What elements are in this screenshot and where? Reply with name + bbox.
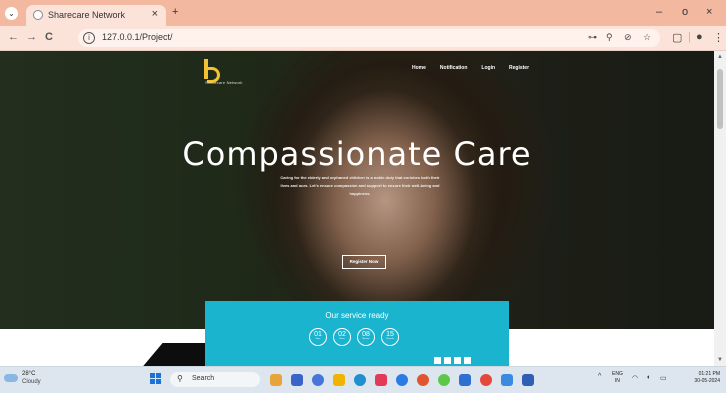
search-placeholder: Search: [192, 375, 215, 382]
countdown-value: 15: [386, 331, 394, 338]
tab-search-icon[interactable]: ⌄: [5, 7, 18, 20]
weather-temperature[interactable]: 28°C: [22, 371, 35, 377]
wifi-icon[interactable]: ◠: [632, 374, 638, 382]
lang-bottom: IN: [614, 378, 620, 384]
scrollbar-thumb[interactable]: [717, 69, 723, 129]
brand-name[interactable]: Sharecare Network: [205, 80, 243, 85]
countdown-hours: 02 Hours: [333, 328, 351, 346]
new-tab-button[interactable]: +: [172, 6, 178, 18]
tray-language[interactable]: ENG IN: [612, 371, 623, 385]
countdown-value: 02: [338, 331, 346, 338]
service-title: Our service ready: [325, 311, 389, 320]
forward-button[interactable]: →: [26, 31, 37, 43]
tab-favicon-icon: [33, 10, 43, 20]
taskbar-clock[interactable]: 01:21 PM 30-05-2024: [676, 371, 720, 385]
address-bar[interactable]: i 127.0.0.1/Project/ ⊶ ⚲ ⊘ ☆: [78, 29, 660, 47]
zoom-icon[interactable]: ⚲: [606, 32, 613, 43]
tracking-icon[interactable]: ⊘: [624, 32, 632, 43]
app-icon-widget[interactable]: [270, 374, 282, 386]
clock-date: 30-05-2024: [694, 378, 720, 384]
hero-title: Compassionate Care: [182, 135, 532, 173]
weather-description[interactable]: Cloudy: [22, 379, 41, 385]
social-link-icon[interactable]: [454, 357, 461, 364]
side-panel-icon[interactable]: ▢: [672, 31, 682, 44]
page-viewport: Sharecare Network Home Notification Logi…: [0, 51, 714, 366]
minimize-button[interactable]: –: [656, 6, 662, 18]
clock-time: 01:21 PM: [698, 371, 720, 377]
scroll-down-icon[interactable]: ▼: [717, 357, 723, 363]
countdown-days: 01 Days: [309, 328, 327, 346]
menu-icon[interactable]: ⋮: [713, 31, 724, 44]
hero-description: Caring for the elderly and orphaned chil…: [280, 175, 440, 196]
tray-overflow-icon[interactable]: ^: [598, 373, 601, 380]
weather-cloud-icon[interactable]: [4, 374, 18, 382]
app-icon-file-explorer[interactable]: [333, 374, 345, 386]
app-icon-meet[interactable]: [312, 374, 324, 386]
countdown-label: Days: [315, 338, 321, 340]
key-icon[interactable]: ⊶: [588, 32, 597, 43]
app-icon-edge[interactable]: [354, 374, 366, 386]
reload-button[interactable]: C: [45, 31, 53, 43]
toolbar-divider: |: [688, 31, 691, 43]
app-icon-chrome[interactable]: [480, 374, 492, 386]
app-icon-word[interactable]: [522, 374, 534, 386]
nav-register[interactable]: Register: [509, 65, 529, 71]
countdown-minutes: 08 Minutes: [357, 328, 375, 346]
browser-tab[interactable]: Sharecare Network ×: [26, 5, 166, 26]
brand-logo-icon[interactable]: [204, 59, 222, 83]
countdown-label: Seconds: [386, 338, 394, 340]
service-countdown-panel: Our service ready 01 Days 02 Hours 08 Mi…: [205, 301, 509, 366]
nav-home[interactable]: Home: [412, 65, 426, 71]
bookmark-star-icon[interactable]: ☆: [643, 32, 651, 43]
address-url[interactable]: 127.0.0.1/Project/: [102, 32, 173, 42]
countdown-value: 08: [362, 331, 370, 338]
countdown-value: 01: [314, 331, 322, 338]
back-button[interactable]: ←: [8, 31, 19, 43]
battery-icon[interactable]: ▭: [660, 374, 667, 382]
countdown-seconds: 15 Seconds: [381, 328, 399, 346]
nav-login[interactable]: Login: [481, 65, 495, 71]
app-icon-vscode[interactable]: [459, 374, 471, 386]
social-link-icon[interactable]: [434, 357, 441, 364]
tab-close-icon[interactable]: ×: [152, 8, 158, 20]
search-icon: ⚲: [177, 374, 183, 383]
tab-title: Sharecare Network: [48, 10, 126, 20]
start-windows-icon[interactable]: [150, 373, 162, 385]
app-icon-store[interactable]: [396, 374, 408, 386]
taskbar-search[interactable]: ⚲ Search: [170, 372, 260, 387]
app-icon-settings[interactable]: [501, 374, 513, 386]
social-link-icon[interactable]: [444, 357, 451, 364]
browser-tab-bar: ⌄ Sharecare Network × + – o ×: [0, 0, 726, 26]
app-icon-mail[interactable]: [375, 374, 387, 386]
countdown-label: Hours: [339, 338, 345, 340]
nav-notification[interactable]: Notification: [440, 65, 468, 71]
page-scrollbar[interactable]: ▲ ▼: [714, 51, 726, 366]
profile-avatar-icon[interactable]: ●: [696, 31, 703, 43]
close-window-button[interactable]: ×: [706, 6, 712, 18]
site-info-icon[interactable]: i: [83, 32, 95, 44]
taskbar: 28°C Cloudy ⚲ Search ^ ENG IN ◠ ◖ ▭ 01:2…: [0, 366, 726, 393]
countdown-label: Minutes: [362, 338, 370, 340]
app-icon-chrome-alt[interactable]: [438, 374, 450, 386]
lang-top: ENG: [612, 371, 623, 377]
site-nav: Home Notification Login Register: [412, 65, 529, 71]
browser-toolbar: ← → C i 127.0.0.1/Project/ ⊶ ⚲ ⊘ ☆ ▢ | ●…: [0, 26, 726, 51]
app-icon-task-view[interactable]: [291, 374, 303, 386]
volume-icon[interactable]: ◖: [646, 374, 650, 381]
maximize-button[interactable]: o: [682, 6, 688, 18]
app-icon-firefox[interactable]: [417, 374, 429, 386]
scroll-up-icon[interactable]: ▲: [717, 54, 723, 60]
social-link-icon[interactable]: [464, 357, 471, 364]
register-now-button[interactable]: Register Now: [342, 255, 386, 269]
